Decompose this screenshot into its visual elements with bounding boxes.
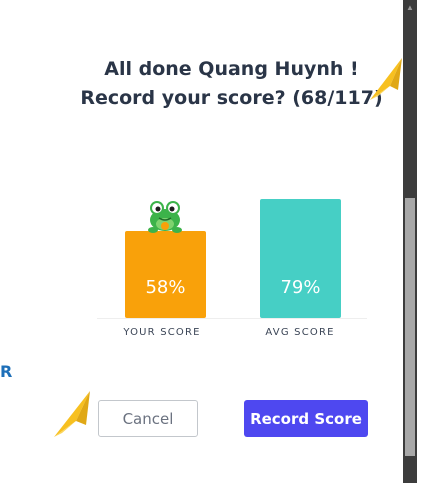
scrollbar-thumb[interactable] xyxy=(405,198,415,456)
chart-baseline xyxy=(97,318,367,319)
paper-plane-icon xyxy=(370,58,402,100)
bar-value-your-score: 58% xyxy=(145,277,186,298)
scroll-up-arrow-icon[interactable]: ▲ xyxy=(406,4,414,12)
bar-label-avg-score: AVG SCORE xyxy=(265,327,335,338)
bar-avg-score: 79% xyxy=(260,199,341,318)
vertical-scrollbar[interactable] xyxy=(403,0,417,483)
frog-mascot-icon xyxy=(148,201,182,233)
bar-label-your-score: YOUR SCORE xyxy=(123,327,201,338)
title-greeting: All done Quang Huynh ! xyxy=(104,58,359,80)
cancel-button[interactable]: Cancel xyxy=(98,400,198,437)
dialog-title: All done Quang Huynh ! Record your score… xyxy=(60,55,403,113)
paper-plane-icon xyxy=(54,391,90,437)
bar-your-score: 58% xyxy=(125,231,206,318)
side-link-text[interactable]: R xyxy=(0,362,12,381)
window-edge xyxy=(417,0,423,483)
bar-value-avg-score: 79% xyxy=(280,277,321,298)
record-score-button[interactable]: Record Score xyxy=(244,400,368,437)
title-question: Record your score? (68/117) xyxy=(80,87,383,109)
